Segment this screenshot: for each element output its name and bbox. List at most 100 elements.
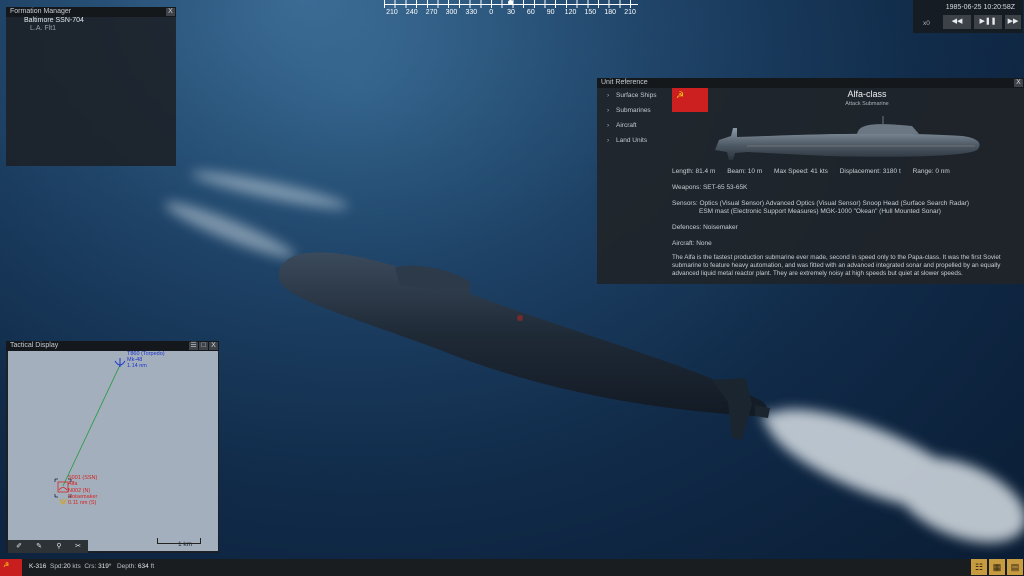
unit-status-text: K-316 Spd:20 kts Crs: 319° Depth: 634 ft: [29, 563, 154, 570]
chevron-right-icon: ›: [607, 107, 610, 114]
panel-title: Unit Reference: [601, 79, 648, 86]
category-list: › Surface Ships › Submarines › Aircraft › La…: [597, 88, 667, 284]
contact-range: 1.14 nm: [127, 363, 147, 369]
speed-label: Spd:: [49, 563, 64, 570]
unit-status-bar: ☭ K-316 Spd:20 kts Crs: 319° Depth: 634 …: [0, 559, 1024, 576]
category-label: Aircraft: [616, 122, 637, 129]
category-label: Surface Ships: [616, 92, 657, 99]
maximize-icon[interactable]: □: [199, 342, 208, 350]
compass-label: 210: [624, 9, 636, 16]
hammer-sickle-icon: ☭: [676, 90, 685, 100]
compass-label: 270: [425, 9, 438, 16]
compass-label: 180: [604, 9, 617, 16]
course-label: Crs:: [84, 563, 97, 570]
stat-beam: Beam: 10 m: [727, 168, 763, 175]
stat-displacement: Displacement: 3180 t: [839, 168, 901, 175]
formation-unit[interactable]: Baltimore SSN-704: [24, 17, 84, 24]
compass-label: 0: [489, 9, 494, 16]
unit-class-name: Alfa-class: [847, 89, 887, 99]
fast-forward-button[interactable]: ▶▶: [1005, 15, 1021, 29]
depth-label: Depth:: [116, 563, 137, 570]
chevron-right-icon: ›: [607, 122, 610, 129]
draw-tool-icon[interactable]: ✎: [32, 542, 46, 551]
alfa-submarine-icon: [57, 481, 69, 493]
unit-description: The Alfa is the fastest production subma…: [672, 254, 1001, 277]
contact-range: 0.11 nm (S): [68, 500, 97, 506]
unit-stats: Length: 81.4 m Beam: 10 m Max Speed: 41 …: [672, 168, 960, 175]
heading-compass[interactable]: 210 240 270 300 330 0 30 60 90 120 150 1…: [382, 0, 640, 20]
time-control: 1985-06-25 10:20:58Z x0 ◀◀ ▶❚❚ ▶▶: [913, 0, 1023, 33]
category-label: Submarines: [616, 107, 651, 114]
measure-tool-icon[interactable]: ✐: [12, 542, 26, 551]
speed-value: 20: [63, 563, 71, 570]
map-toolbar: ✐ ✎ ⚲ ✂: [8, 540, 88, 553]
panel-title: Tactical Display: [10, 342, 59, 349]
close-icon[interactable]: X: [1014, 79, 1023, 87]
compass-label: 150: [584, 9, 597, 16]
noisemaker-icon: [58, 498, 68, 505]
torpedo-track: [62, 364, 121, 487]
formation-button[interactable]: ☷: [971, 559, 987, 575]
marker-tool-icon[interactable]: ⚲: [52, 542, 66, 551]
tactical-map[interactable]: T860 (Torpedo) Mk-48 1.14 nm S001 (SSN) …: [8, 351, 218, 551]
erase-tool-icon[interactable]: ✂: [71, 542, 85, 551]
stat-length: Length: 81.4 m: [672, 168, 716, 175]
category-aircraft[interactable]: › Aircraft: [607, 122, 637, 129]
category-label: Land Units: [616, 137, 648, 144]
compass-label: 210: [386, 9, 398, 16]
panel-title: Formation Manager: [10, 8, 72, 15]
unit-defences: Defences: Noisemaker: [672, 224, 738, 231]
chevron-right-icon: ›: [607, 92, 610, 99]
play-pause-button[interactable]: ▶❚❚: [974, 15, 1002, 29]
map-scale-label: 1 km: [178, 541, 193, 548]
submarine-profile-image: [715, 116, 980, 160]
alfa-label: S001 (SSN) Alfa: [68, 475, 97, 487]
formation-manager-panel: Formation Manager X Baltimore SSN-704 L.…: [6, 7, 176, 166]
panel-header[interactable]: Formation Manager X: [6, 7, 176, 17]
chevron-right-icon: ›: [607, 137, 610, 144]
speed-unit: kts: [72, 563, 81, 570]
game-datetime: 1985-06-25 10:20:58Z: [945, 4, 1015, 11]
close-icon[interactable]: X: [166, 8, 175, 16]
ussr-flag-icon: ☭: [0, 559, 22, 576]
map-button[interactable]: ▦: [989, 559, 1005, 575]
unit-aircraft: Aircraft: None: [672, 240, 712, 247]
torpedo-label: T860 (Torpedo) Mk-48 1.14 nm: [127, 351, 165, 369]
hammer-sickle-icon: ☭: [3, 562, 10, 569]
compass-label: 120: [564, 9, 577, 16]
compass-label: 240: [405, 9, 418, 16]
compass-labels: 210 240 270 300 330 0 30 60 90 120 150 1…: [382, 9, 640, 16]
compass-label: 90: [546, 9, 555, 16]
course-value: 319°: [98, 563, 112, 570]
unit-sensors: Sensors: Optics (Visual Sensor) Advanced…: [672, 200, 970, 207]
panel-header[interactable]: Tactical Display ☰ □ X: [6, 341, 219, 351]
menu-icon[interactable]: ☰: [189, 342, 198, 350]
unit-weapons: Weapons: SET-65 53-65K: [672, 184, 748, 191]
compass-label: 300: [445, 9, 458, 16]
torpedo-icon: [114, 358, 126, 367]
depth-unit: ft: [150, 563, 155, 570]
category-surface-ships[interactable]: › Surface Ships: [607, 92, 656, 99]
unit-name: K-316: [29, 563, 47, 570]
close-icon[interactable]: X: [209, 342, 218, 350]
rewind-button[interactable]: ◀◀: [943, 15, 971, 29]
heading-marker: [508, 0, 513, 5]
depth-value: 634: [137, 563, 149, 570]
time-compression: x0: [923, 20, 930, 27]
reference-button[interactable]: ▤: [1007, 559, 1023, 575]
compass-label: 60: [526, 9, 535, 16]
stat-max-speed: Max Speed: 41 kts: [774, 168, 828, 175]
tactical-display-panel: Tactical Display ☰ □ X T860 (Torpedo) Mk…: [6, 341, 219, 553]
stat-range: Range: 0 nm: [912, 168, 950, 175]
ussr-flag-icon: ☭: [672, 88, 708, 112]
category-submarines[interactable]: › Submarines: [607, 107, 651, 114]
noisemaker-label: N002 (N) Noisemaker 0.11 nm (S): [68, 488, 97, 506]
panel-header[interactable]: Unit Reference X: [597, 78, 1024, 88]
compass-label: 30: [507, 9, 515, 16]
compass-label: 330: [465, 9, 478, 16]
tactical-map-graphics: [54, 358, 126, 505]
formation-group[interactable]: L.A. Flt1: [30, 25, 56, 32]
category-land-units[interactable]: › Land Units: [607, 137, 647, 144]
unit-class-type: Attack Submarine: [845, 101, 889, 107]
contact-class: Alfa: [68, 481, 78, 487]
